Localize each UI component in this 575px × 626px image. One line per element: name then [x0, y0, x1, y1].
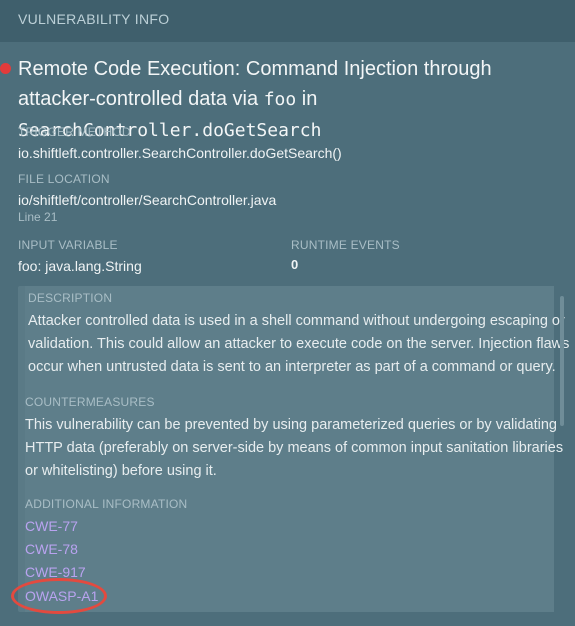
scrollbar-thumb[interactable] — [560, 296, 564, 426]
description-label: DESCRIPTION — [28, 291, 113, 305]
file-location-value: io/shiftleft/controller/SearchController… — [18, 192, 277, 208]
title-prefix: Remote Code Execution: Command Injection… — [18, 58, 492, 110]
panel-title: VULNERABILITY INFO — [18, 11, 170, 27]
additional-info-label: ADDITIONAL INFORMATION — [25, 497, 188, 511]
runtime-events-label: RUNTIME EVENTS — [291, 238, 400, 252]
description-line-3: occur when untrusted data is sent to an … — [28, 359, 556, 375]
input-variable-value: foo: java.lang.String — [18, 258, 142, 274]
runtime-events-value: 0 — [291, 257, 299, 272]
input-variable-label: INPUT VARIABLE — [18, 238, 118, 252]
trigger-method-label: TRIGGER METHOD — [18, 125, 131, 139]
link-cwe-78[interactable]: CWE-78 — [25, 541, 78, 557]
file-line-number: Line 21 — [18, 210, 58, 224]
countermeasures-line-2: HTTP data (preferably on server-side by … — [25, 440, 564, 456]
link-cwe-77[interactable]: CWE-77 — [25, 518, 78, 534]
severity-dot-icon — [0, 63, 11, 74]
title-in: in — [296, 88, 318, 110]
panel-header: VULNERABILITY INFO — [0, 0, 575, 42]
file-location-label: FILE LOCATION — [18, 172, 110, 186]
countermeasures-line-3: or whitelisting) before using it. — [25, 463, 217, 479]
description-line-1: Attacker controlled data is used in a sh… — [28, 313, 565, 329]
countermeasures-label: COUNTERMEASURES — [25, 395, 155, 409]
trigger-method-value: io.shiftleft.controller.SearchController… — [18, 145, 342, 161]
countermeasures-line-1: This vulnerability can be prevented by u… — [25, 417, 557, 433]
highlight-annotation — [11, 578, 107, 614]
description-line-2: validation. This could allow an attacker… — [28, 336, 570, 352]
title-variable: foo — [263, 89, 297, 110]
